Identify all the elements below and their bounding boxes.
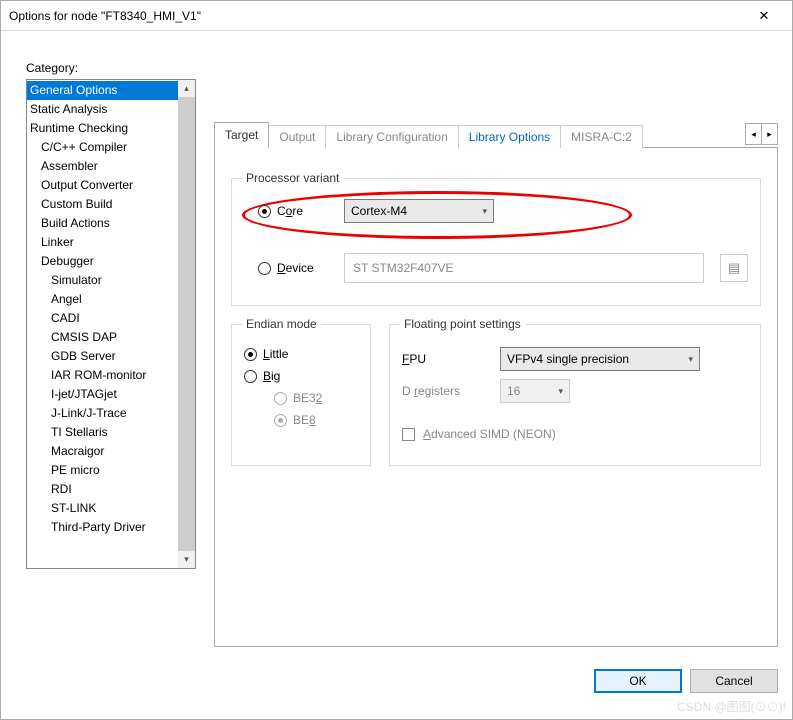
titlebar: Options for node "FT8340_HMI_V1" ✕ [1,1,792,31]
options-dialog: Options for node "FT8340_HMI_V1" ✕ Categ… [0,0,793,720]
be8-radio: BE8 [274,413,316,427]
category-item[interactable]: Runtime Checking [27,119,178,138]
big-radio[interactable]: Big [244,369,280,383]
device-field: ST STM32F407VE [344,253,704,283]
fpu-label: FPU [402,352,482,366]
radio-icon [258,262,271,275]
category-item[interactable]: ST-LINK [27,499,178,518]
endian-legend: Endian mode [242,317,321,331]
be32-radio: BE32 [274,391,322,405]
category-item[interactable]: Custom Build [27,195,178,214]
scrollbar[interactable]: ▴ ▾ [178,80,195,568]
category-item[interactable]: Build Actions [27,214,178,233]
category-item[interactable]: Angel [27,290,178,309]
category-item[interactable]: CADI [27,309,178,328]
tab-library-configuration[interactable]: Library Configuration [325,125,458,148]
cancel-button[interactable]: Cancel [690,669,778,693]
close-button[interactable]: ✕ [744,2,784,30]
chip-icon: ▤ [728,260,740,276]
dregisters-value: 16 [507,384,520,398]
neon-checkbox: Advanced SIMD (NEON) [402,427,556,441]
category-item[interactable]: Assembler [27,157,178,176]
category-item[interactable]: General Options [27,81,178,100]
category-item[interactable]: I-jet/JTAGjet [27,385,178,404]
fpu-combobox[interactable]: VFPv4 single precision ▾ [500,347,700,371]
tab-scroll-left-icon[interactable]: ◂ [745,123,762,145]
tab-target[interactable]: Target [214,122,269,148]
tab-library-options[interactable]: Library Options [458,125,561,148]
device-radio[interactable]: Device [258,261,328,275]
dregisters-combobox: 16 ▾ [500,379,570,403]
category-item[interactable]: RDI [27,480,178,499]
scroll-thumb[interactable] [178,97,195,551]
floating-point-group: Floating point settings FPU VFPv4 single… [389,324,761,466]
chevron-down-icon: ▾ [688,354,693,365]
core-combobox[interactable]: Cortex-M4 ▾ [344,199,494,223]
little-radio[interactable]: Little [244,347,288,361]
tab-scroll-right-icon[interactable]: ▸ [761,123,778,145]
tab-output[interactable]: Output [268,125,326,148]
category-item[interactable]: J-Link/J-Trace [27,404,178,423]
scroll-down-icon[interactable]: ▾ [178,551,195,568]
chevron-down-icon: ▾ [558,386,563,397]
category-item[interactable]: Static Analysis [27,100,178,119]
chevron-down-icon: ▾ [482,206,487,217]
category-item[interactable]: TI Stellaris [27,423,178,442]
core-radio[interactable]: Core [258,204,328,218]
radio-icon [274,414,287,427]
endian-group: Endian mode Little Big [231,324,371,466]
core-value: Cortex-M4 [351,204,407,218]
fp-legend: Floating point settings [400,317,525,331]
checkbox-icon [402,428,415,441]
category-label: Category: [26,61,196,75]
device-value: ST STM32F407VE [353,261,454,275]
radio-icon [244,370,257,383]
category-item[interactable]: Linker [27,233,178,252]
category-item[interactable]: Simulator [27,271,178,290]
radio-icon [274,392,287,405]
device-select-button[interactable]: ▤ [720,254,748,282]
category-item[interactable]: GDB Server [27,347,178,366]
category-item[interactable]: PE micro [27,461,178,480]
tab-strip: Target Output Library Configuration Libr… [214,121,778,148]
scroll-up-icon[interactable]: ▴ [178,80,195,97]
radio-icon [258,205,271,218]
category-item[interactable]: CMSIS DAP [27,328,178,347]
category-listbox[interactable]: General OptionsStatic AnalysisRuntime Ch… [26,79,196,569]
category-item[interactable]: Third-Party Driver [27,518,178,537]
processor-variant-group: Processor variant Core Cortex-M4 ▾ [231,178,761,306]
category-item[interactable]: C/C++ Compiler [27,138,178,157]
category-item[interactable]: IAR ROM-monitor [27,366,178,385]
radio-icon [244,348,257,361]
ok-button[interactable]: OK [594,669,682,693]
processor-variant-legend: Processor variant [242,171,343,185]
window-title: Options for node "FT8340_HMI_V1" [9,9,744,23]
dregisters-label: D registers [402,384,482,398]
category-item[interactable]: Debugger [27,252,178,271]
tab-misra[interactable]: MISRA-C:2 [560,125,643,148]
category-item[interactable]: Macraigor [27,442,178,461]
fpu-value: VFPv4 single precision [507,352,629,366]
category-item[interactable]: Output Converter [27,176,178,195]
watermark: CSDN @图图(⊙⊙)! [677,698,786,715]
